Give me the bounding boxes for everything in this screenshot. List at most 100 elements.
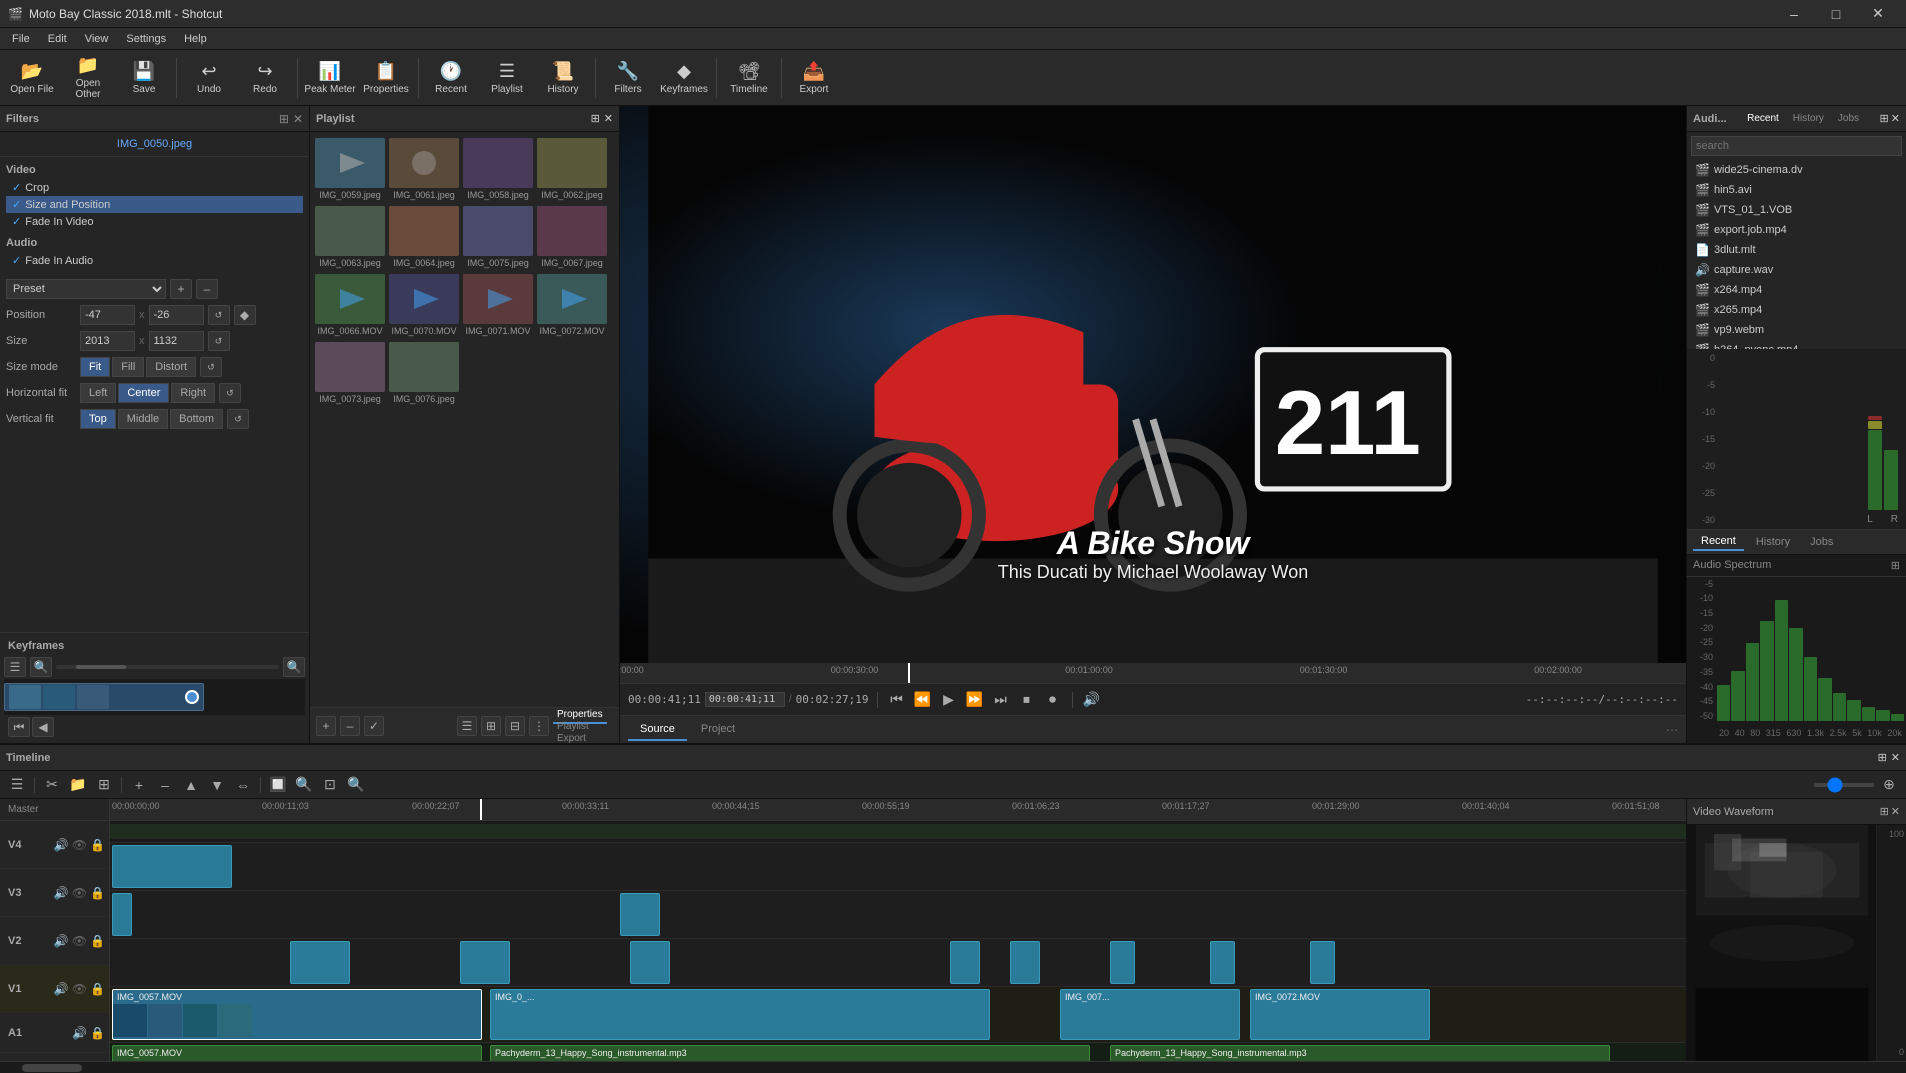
playlist-item-11[interactable]: IMG_0072.MOV bbox=[536, 272, 608, 338]
tl-up-btn[interactable]: ▲ bbox=[180, 774, 202, 796]
kf-zoom-out-btn[interactable]: 🔍 bbox=[30, 657, 52, 677]
kf-zoom-in-btn[interactable]: 🔍 bbox=[283, 657, 305, 677]
menu-file[interactable]: File bbox=[4, 31, 38, 47]
recent-item-8[interactable]: 🎬 vp9.webm bbox=[1687, 320, 1906, 340]
preset-remove-btn[interactable]: – bbox=[196, 279, 218, 299]
close-button[interactable]: ✕ bbox=[1858, 4, 1898, 24]
rp-panel-tab-history[interactable]: History bbox=[1748, 534, 1798, 550]
playlist-item-9[interactable]: IMG_0070.MOV bbox=[388, 272, 460, 338]
transport-prev-btn[interactable]: ⏪ bbox=[912, 689, 934, 711]
vw-expand-icon[interactable]: ⊞ bbox=[1880, 805, 1889, 818]
size-reset-btn[interactable]: ↺ bbox=[208, 331, 230, 351]
menu-edit[interactable]: Edit bbox=[40, 31, 75, 47]
timeline-close-icon[interactable]: ✕ bbox=[1891, 751, 1900, 764]
tab-project[interactable]: Project bbox=[689, 719, 747, 741]
timeline-tracks[interactable]: 00:00:00;00 00:00:11;03 00:00:22;07 00:0… bbox=[110, 799, 1686, 1061]
vw-close-icon[interactable]: ✕ bbox=[1891, 805, 1900, 818]
tl-down-btn[interactable]: ▼ bbox=[206, 774, 228, 796]
playlist-check-btn[interactable]: ✓ bbox=[364, 716, 384, 736]
v3-clip-2[interactable] bbox=[620, 893, 660, 936]
a1-clip-3[interactable]: Pachyderm_13_Happy_Song_instrumental.mp3 bbox=[1110, 1045, 1610, 1061]
size-h-input[interactable] bbox=[149, 331, 204, 351]
position-x-input[interactable] bbox=[80, 305, 135, 325]
hfit-reset-btn[interactable]: ↺ bbox=[219, 383, 241, 403]
timeline-button[interactable]: 📽 Timeline bbox=[723, 53, 775, 103]
tl-zoom-in-btn[interactable]: ⊕ bbox=[1878, 774, 1900, 796]
tl-zoom-slider[interactable] bbox=[1814, 783, 1874, 787]
tl-zoom-timeline-btn[interactable]: 🔍 bbox=[345, 774, 367, 796]
track-v3-audio-icon[interactable]: 🔊 bbox=[54, 886, 69, 900]
track-v2-audio-icon[interactable]: 🔊 bbox=[54, 934, 69, 948]
playlist-item-12[interactable]: IMG_0073.jpeg bbox=[314, 340, 386, 406]
recent-item-7[interactable]: 🎬 x265.mp4 bbox=[1687, 300, 1906, 320]
playlist-more-btn[interactable]: ⋮ bbox=[529, 716, 549, 736]
save-button[interactable]: 💾 Save bbox=[118, 53, 170, 103]
timeline-expand-icon[interactable]: ⊞ bbox=[1878, 751, 1887, 764]
v2-clip-3[interactable] bbox=[630, 941, 670, 984]
tl-zoom-fit-btn[interactable]: ⊡ bbox=[319, 774, 341, 796]
peak-meter-button[interactable]: 📊 Peak Meter bbox=[304, 53, 356, 103]
rp-panel-tab-recent[interactable]: Recent bbox=[1693, 533, 1744, 551]
transport-stop-btn[interactable]: ⏹ bbox=[1016, 689, 1038, 711]
track-v4-audio-icon[interactable]: 🔊 bbox=[54, 838, 69, 852]
track-v3-eye-icon[interactable]: 👁 bbox=[72, 886, 87, 900]
playlist-item-5[interactable]: IMG_0064.jpeg bbox=[388, 204, 460, 270]
filters-close-icon[interactable]: ✕ bbox=[293, 112, 303, 126]
maximize-button[interactable]: □ bbox=[1816, 4, 1856, 24]
v2-clip-8[interactable] bbox=[1310, 941, 1335, 984]
playlist-detail-view-btn[interactable]: ⊟ bbox=[505, 716, 525, 736]
kf-clip[interactable] bbox=[4, 683, 204, 711]
size-mode-fill-btn[interactable]: Fill bbox=[112, 357, 144, 377]
position-y-input[interactable] bbox=[149, 305, 204, 325]
filter-fade-in-video[interactable]: ✓ Fade In Video bbox=[6, 213, 303, 230]
track-v1-audio-icon[interactable]: 🔊 bbox=[54, 982, 69, 996]
rp-panel-tab-jobs[interactable]: Jobs bbox=[1802, 534, 1841, 550]
v2-clip-5[interactable] bbox=[1010, 941, 1040, 984]
menu-view[interactable]: View bbox=[77, 31, 117, 47]
preset-add-btn[interactable]: + bbox=[170, 279, 192, 299]
v1-clip-2[interactable]: IMG_0_... bbox=[490, 989, 990, 1040]
hfit-center-btn[interactable]: Center bbox=[118, 383, 169, 403]
bottom-scrollbar[interactable] bbox=[0, 1061, 1906, 1073]
preview-more-icon[interactable]: ⋯ bbox=[1666, 723, 1678, 737]
v2-clip-2[interactable] bbox=[460, 941, 510, 984]
playlist-item-13[interactable]: IMG_0076.jpeg bbox=[388, 340, 460, 406]
kf-prev-btn[interactable]: ◀ bbox=[32, 717, 54, 737]
size-w-input[interactable] bbox=[80, 331, 135, 351]
v2-clip-7[interactable] bbox=[1210, 941, 1235, 984]
playlist-item-10[interactable]: IMG_0071.MOV bbox=[462, 272, 534, 338]
v4-clip-1[interactable] bbox=[112, 845, 232, 888]
v1-clip-3[interactable]: IMG_007... bbox=[1060, 989, 1240, 1040]
playlist-item-1[interactable]: IMG_0061.jpeg bbox=[388, 136, 460, 202]
v1-main-clip[interactable]: IMG_0057.MOV bbox=[112, 989, 482, 1040]
minimize-button[interactable]: – bbox=[1774, 4, 1814, 24]
tl-scrub-btn[interactable]: 🔍 bbox=[293, 774, 315, 796]
vfit-top-btn[interactable]: Top bbox=[80, 409, 116, 429]
track-a1-audio-icon[interactable]: 🔊 bbox=[72, 1026, 87, 1040]
tl-menu-btn[interactable]: ☰ bbox=[6, 774, 28, 796]
a1-clip-1[interactable]: IMG_0057.MOV bbox=[112, 1045, 482, 1061]
undo-button[interactable]: ↩ Undo bbox=[183, 53, 235, 103]
playlist-item-6[interactable]: IMG_0075.jpeg bbox=[462, 204, 534, 270]
track-v4-lock-icon[interactable]: 🔒 bbox=[90, 838, 105, 852]
hfit-right-btn[interactable]: Right bbox=[171, 383, 215, 403]
track-v4-eye-icon[interactable]: 👁 bbox=[72, 838, 87, 852]
recent-item-0[interactable]: 🎬 wide25-cinema.dv bbox=[1687, 160, 1906, 180]
transport-play-btn[interactable]: ▶ bbox=[938, 689, 960, 711]
v1-clip-4[interactable]: IMG_0072.MOV bbox=[1250, 989, 1430, 1040]
track-v1-lock-icon[interactable]: 🔒 bbox=[90, 982, 105, 996]
recent-item-3[interactable]: 🎬 export.job.mp4 bbox=[1687, 220, 1906, 240]
filter-fade-in-audio[interactable]: ✓ Fade In Audio bbox=[6, 252, 303, 269]
recent-button[interactable]: 🕐 Recent bbox=[425, 53, 477, 103]
v2-clip-1[interactable] bbox=[290, 941, 350, 984]
size-mode-distort-btn[interactable]: Distort bbox=[146, 357, 196, 377]
v3-clip-1[interactable] bbox=[112, 893, 132, 936]
rp-tab-recent[interactable]: Recent bbox=[1741, 111, 1785, 126]
recent-item-2[interactable]: 🎬 VTS_01_1.VOB bbox=[1687, 200, 1906, 220]
track-a1-lock-icon[interactable]: 🔒 bbox=[90, 1026, 105, 1040]
playlist-item-8[interactable]: IMG_0066.MOV bbox=[314, 272, 386, 338]
open-file-button[interactable]: 📂 Open File bbox=[6, 53, 58, 103]
playlist-add-btn[interactable]: + bbox=[316, 716, 336, 736]
recent-search-input[interactable] bbox=[1691, 136, 1902, 156]
recent-item-6[interactable]: 🎬 x264.mp4 bbox=[1687, 280, 1906, 300]
